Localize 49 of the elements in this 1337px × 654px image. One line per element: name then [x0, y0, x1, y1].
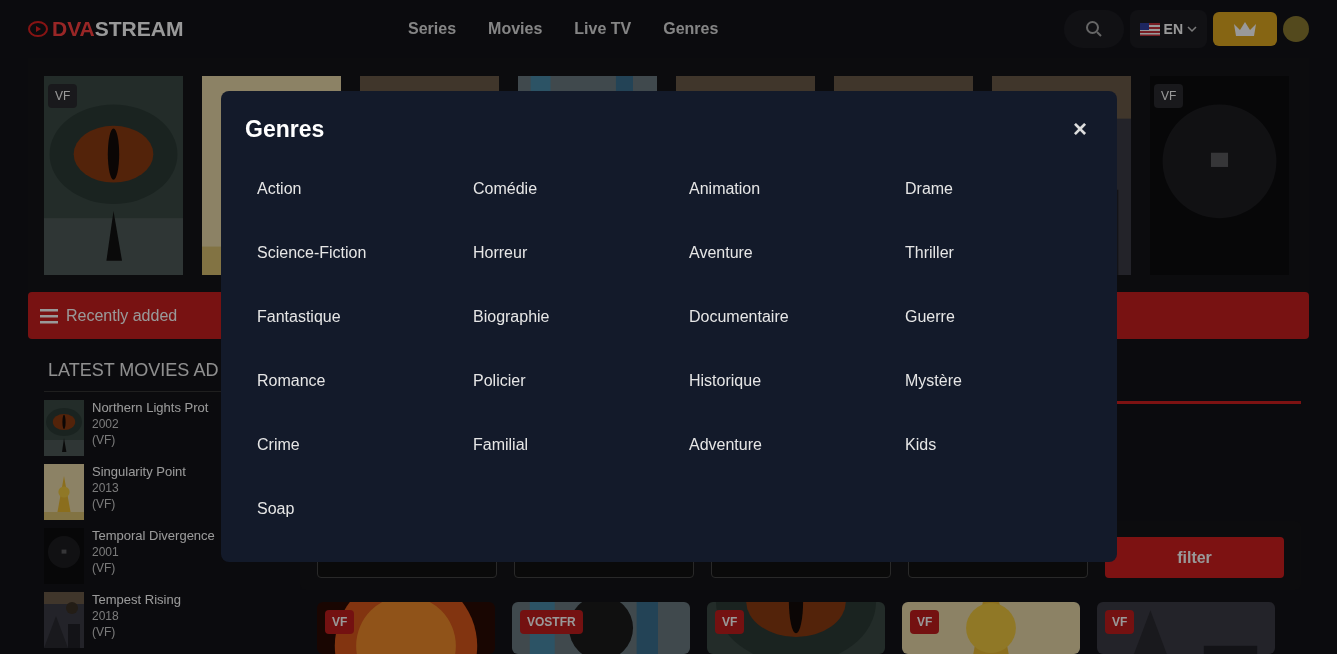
genre-link[interactable]: Documentaire	[689, 299, 789, 335]
genre-link[interactable]: Action	[257, 171, 302, 207]
genre-link[interactable]: Comédie	[473, 171, 538, 207]
genre-link[interactable]: Horreur	[473, 235, 528, 271]
movie-title[interactable]: Singularity Point	[92, 464, 186, 479]
language-tag: VF	[325, 610, 355, 634]
nav-link[interactable]: Series	[408, 20, 457, 38]
nav-link[interactable]: Live TV	[574, 20, 632, 38]
genre-link[interactable]: Thriller	[905, 235, 954, 271]
filter-button[interactable]: filter	[1105, 537, 1284, 578]
movie-year: 2018	[92, 609, 119, 623]
genre-link[interactable]: Familial	[473, 427, 529, 463]
language-tag: VF	[715, 610, 745, 634]
movie-version: (VF)	[92, 497, 116, 511]
movie-version: (VF)	[92, 433, 116, 447]
genre-link[interactable]: Animation	[689, 171, 761, 207]
movie-version: (VF)	[92, 561, 116, 575]
language-button[interactable]: EN	[1129, 10, 1207, 48]
language-tag: VOSTFR	[520, 610, 583, 634]
movie-title[interactable]: Tempest Rising	[92, 592, 181, 607]
language-tag: VF	[1154, 84, 1184, 108]
genre-link[interactable]: Aventure	[689, 235, 753, 271]
movie-year: 2001	[92, 545, 119, 559]
genre-link[interactable]: Kids	[905, 427, 937, 463]
genre-link[interactable]: Fantastique	[257, 299, 341, 335]
nav-link[interactable]: Movies	[488, 20, 543, 38]
movie-title[interactable]: Temporal Divergence	[92, 528, 215, 543]
language-tag: VF	[910, 610, 940, 634]
genre-link[interactable]: Guerre	[905, 299, 955, 335]
movie-year: 2013	[92, 481, 119, 495]
genre-link[interactable]: Science-Fiction	[257, 235, 367, 271]
genre-link[interactable]: Historique	[689, 363, 762, 399]
genre-link[interactable]: Drame	[905, 171, 953, 207]
nav-link[interactable]: Genres	[663, 20, 719, 38]
language-tag: VF	[48, 84, 78, 108]
dialog-title: Genres	[245, 115, 325, 143]
close-button[interactable]: ×	[1067, 115, 1093, 143]
language-tag: VF	[1105, 610, 1135, 634]
movie-year: 2002	[92, 417, 119, 431]
genre-link[interactable]: Adventure	[689, 427, 762, 463]
genre-link[interactable]: Soap	[257, 491, 295, 527]
genre-link[interactable]: Crime	[257, 427, 300, 463]
genre-link[interactable]: Policier	[473, 363, 526, 399]
logo-text[interactable]: DVASTREAM	[52, 17, 184, 41]
movie-title[interactable]: Northern Lights Prot	[92, 400, 209, 415]
movie-version: (VF)	[92, 625, 116, 639]
genre-link[interactable]: Biographie	[473, 299, 550, 335]
bar-title: Recently added	[66, 306, 178, 325]
genre-link[interactable]: Mystère	[905, 363, 962, 399]
